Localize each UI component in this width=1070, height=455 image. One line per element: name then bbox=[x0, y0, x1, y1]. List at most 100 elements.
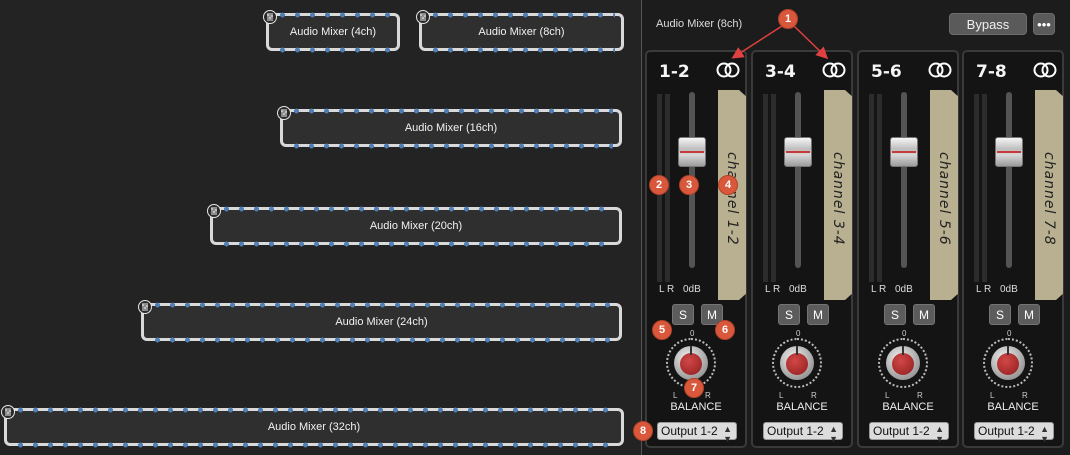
channel-strip-7-8: 7-8 channel 7-8 L R 0dB S M 0 L R BALANC… bbox=[962, 50, 1064, 448]
input-ports[interactable] bbox=[150, 301, 613, 308]
stereo-link-icon[interactable] bbox=[822, 62, 846, 78]
volume-fader[interactable] bbox=[995, 137, 1023, 167]
callout-3: 3 bbox=[679, 175, 699, 195]
balance-right-label: R bbox=[1022, 391, 1028, 400]
stereo-link-icon[interactable] bbox=[928, 62, 952, 78]
output-select[interactable]: Output 1-2 ▲ ▼ bbox=[763, 422, 843, 444]
updown-chevron-icon: ▲ ▼ bbox=[935, 424, 944, 444]
volume-fader[interactable] bbox=[678, 137, 706, 167]
stereo-link-icon[interactable] bbox=[1033, 62, 1057, 78]
meter-right bbox=[771, 94, 776, 282]
balance-left-label: L bbox=[779, 391, 784, 400]
channel-strip-3-4: 3-4 channel 3-4 L R 0dB S M 0 L R BALANC… bbox=[751, 50, 853, 448]
balance-right-label: R bbox=[705, 391, 711, 400]
output-ports[interactable] bbox=[428, 46, 615, 53]
panel-header: Audio Mixer (8ch) Bypass ••• bbox=[642, 0, 1070, 50]
node-label: Audio Mixer (20ch) bbox=[369, 220, 463, 232]
input-ports[interactable] bbox=[289, 107, 613, 114]
volume-fader[interactable] bbox=[784, 137, 812, 167]
solo-button[interactable]: S bbox=[884, 304, 906, 325]
output-ports[interactable] bbox=[289, 142, 613, 149]
balance-left-label: L bbox=[673, 391, 678, 400]
volume-fader[interactable] bbox=[890, 137, 918, 167]
scribble-strip[interactable]: channel 7-8 bbox=[1035, 90, 1063, 300]
updown-chevron-icon: ▲ ▼ bbox=[1040, 424, 1049, 444]
node-label: Audio Mixer (8ch) bbox=[478, 26, 565, 38]
balance-center-label: 0 bbox=[690, 329, 695, 338]
callout-6: 6 bbox=[715, 320, 735, 340]
solo-button[interactable]: S bbox=[778, 304, 800, 325]
callout-2: 2 bbox=[649, 175, 669, 195]
balance-knob-cap[interactable] bbox=[680, 353, 702, 375]
solo-button[interactable]: S bbox=[989, 304, 1011, 325]
meter-left bbox=[869, 94, 874, 282]
callout-7: 7 bbox=[684, 378, 704, 398]
output-select[interactable]: Output 1-2 ▲ ▼ bbox=[657, 422, 737, 444]
solo-button[interactable]: S bbox=[672, 304, 694, 325]
node-audio-mixer-20ch[interactable]: Audio Mixer (20ch) bbox=[207, 204, 622, 247]
fader-db-readout: 0dB bbox=[1000, 284, 1018, 295]
more-options-button[interactable]: ••• bbox=[1033, 13, 1055, 35]
balance-center-label: 0 bbox=[796, 329, 801, 338]
callout-4: 4 bbox=[718, 175, 738, 195]
output-ports[interactable] bbox=[219, 240, 613, 247]
balance-knob-cap[interactable] bbox=[997, 353, 1019, 375]
scribble-strip[interactable]: channel 1-2 bbox=[718, 90, 746, 300]
input-ports[interactable] bbox=[219, 205, 613, 212]
balance-knob-cap[interactable] bbox=[892, 353, 914, 375]
fader-track[interactable] bbox=[901, 92, 907, 268]
mute-button[interactable]: M bbox=[913, 304, 935, 325]
meter-lr-label: L R bbox=[871, 284, 887, 295]
updown-chevron-icon: ▲ ▼ bbox=[723, 424, 732, 444]
meter-lr-label: L R bbox=[976, 284, 992, 295]
node-audio-mixer-16ch[interactable]: Audio Mixer (16ch) bbox=[277, 106, 622, 149]
output-ports[interactable] bbox=[13, 441, 615, 448]
scribble-strip[interactable]: channel 3-4 bbox=[824, 90, 852, 300]
balance-knob-cap[interactable] bbox=[786, 353, 808, 375]
strip-label: 3-4 bbox=[765, 62, 796, 82]
balance-knob-pointer bbox=[690, 346, 692, 355]
mute-button[interactable]: M bbox=[807, 304, 829, 325]
meter-lr-label: L R bbox=[765, 284, 781, 295]
balance-center-label: 0 bbox=[902, 329, 907, 338]
output-select[interactable]: Output 1-2 ▲ ▼ bbox=[974, 422, 1054, 444]
stereo-link-icon[interactable] bbox=[716, 62, 740, 78]
fader-track[interactable] bbox=[795, 92, 801, 268]
channel-name: channel 7-8 bbox=[1041, 152, 1057, 246]
fader-db-readout: 0dB bbox=[683, 284, 701, 295]
strip-label: 1-2 bbox=[659, 62, 690, 82]
callout-1: 1 bbox=[778, 9, 798, 29]
output-ports[interactable] bbox=[150, 336, 613, 343]
callout-8: 8 bbox=[633, 421, 653, 441]
meter-left bbox=[763, 94, 768, 282]
input-ports[interactable] bbox=[275, 11, 391, 18]
input-ports[interactable] bbox=[13, 406, 615, 413]
channel-name: channel 1-2 bbox=[724, 152, 740, 246]
output-select[interactable]: Output 1-2 ▲ ▼ bbox=[869, 422, 949, 444]
balance-label: BALANCE bbox=[670, 401, 722, 413]
channel-name: channel 3-4 bbox=[830, 152, 846, 246]
output-ports[interactable] bbox=[275, 46, 391, 53]
node-label: Audio Mixer (32ch) bbox=[267, 421, 361, 433]
fader-track[interactable] bbox=[1006, 92, 1012, 268]
mute-button[interactable]: M bbox=[1018, 304, 1040, 325]
input-ports[interactable] bbox=[428, 11, 615, 18]
meter-right bbox=[982, 94, 987, 282]
node-audio-mixer-8ch[interactable]: Audio Mixer (8ch) bbox=[416, 10, 624, 53]
balance-right-label: R bbox=[917, 391, 923, 400]
node-audio-mixer-24ch[interactable]: Audio Mixer (24ch) bbox=[138, 300, 622, 343]
balance-label: BALANCE bbox=[987, 401, 1039, 413]
strip-label: 7-8 bbox=[976, 62, 1007, 82]
balance-label: BALANCE bbox=[882, 401, 934, 413]
updown-chevron-icon: ▲ ▼ bbox=[829, 424, 838, 444]
balance-label: BALANCE bbox=[776, 401, 828, 413]
callout-5: 5 bbox=[652, 320, 672, 340]
scribble-strip[interactable]: channel 5-6 bbox=[930, 90, 958, 300]
node-audio-mixer-32ch[interactable]: Audio Mixer (32ch) bbox=[1, 405, 624, 448]
node-audio-mixer-4ch[interactable]: Audio Mixer (4ch) bbox=[263, 10, 400, 53]
balance-knob-pointer bbox=[1007, 346, 1009, 355]
balance-right-label: R bbox=[811, 391, 817, 400]
balance-left-label: L bbox=[990, 391, 995, 400]
bypass-button[interactable]: Bypass bbox=[949, 13, 1027, 35]
channel-name: channel 5-6 bbox=[936, 152, 952, 246]
